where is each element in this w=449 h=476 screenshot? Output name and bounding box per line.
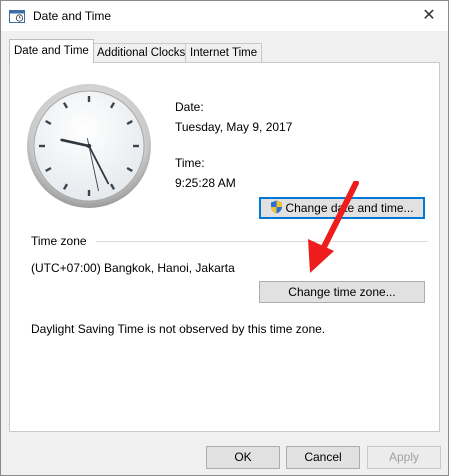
date-value: Tuesday, May 9, 2017: [175, 120, 293, 134]
analog-clock: [27, 84, 151, 208]
tab-internet-time[interactable]: Internet Time: [185, 43, 263, 62]
calendar-clock-icon: [9, 10, 25, 23]
date-label: Date:: [175, 100, 204, 114]
ok-button[interactable]: OK: [206, 446, 280, 469]
tab-panel: Date: Tuesday, May 9, 2017 Time: 9:25:28…: [9, 62, 440, 432]
dst-message: Daylight Saving Time is not observed by …: [31, 322, 326, 336]
title-bar: Date and Time ✕: [1, 1, 448, 31]
apply-button[interactable]: Apply: [367, 446, 441, 469]
close-icon[interactable]: ✕: [414, 3, 444, 29]
red-arrow-annotation: [308, 181, 359, 273]
timezone-divider: [96, 241, 428, 242]
window-title: Date and Time: [33, 9, 112, 23]
tab-date-and-time[interactable]: Date and Time: [9, 39, 94, 63]
change-timezone-button[interactable]: Change time zone...: [259, 281, 425, 303]
date-time-dialog: Date and Time ✕ Date and Time Additional…: [0, 0, 449, 476]
timezone-value: (UTC+07:00) Bangkok, Hanoi, Jakarta: [31, 261, 235, 275]
timezone-group-label: Time zone: [31, 234, 87, 248]
uac-shield-icon: [271, 200, 283, 214]
cancel-button[interactable]: Cancel: [286, 446, 360, 469]
time-label: Time:: [175, 156, 205, 170]
tab-additional-clocks[interactable]: Additional Clocks: [92, 43, 191, 62]
time-value: 9:25:28 AM: [175, 176, 236, 190]
